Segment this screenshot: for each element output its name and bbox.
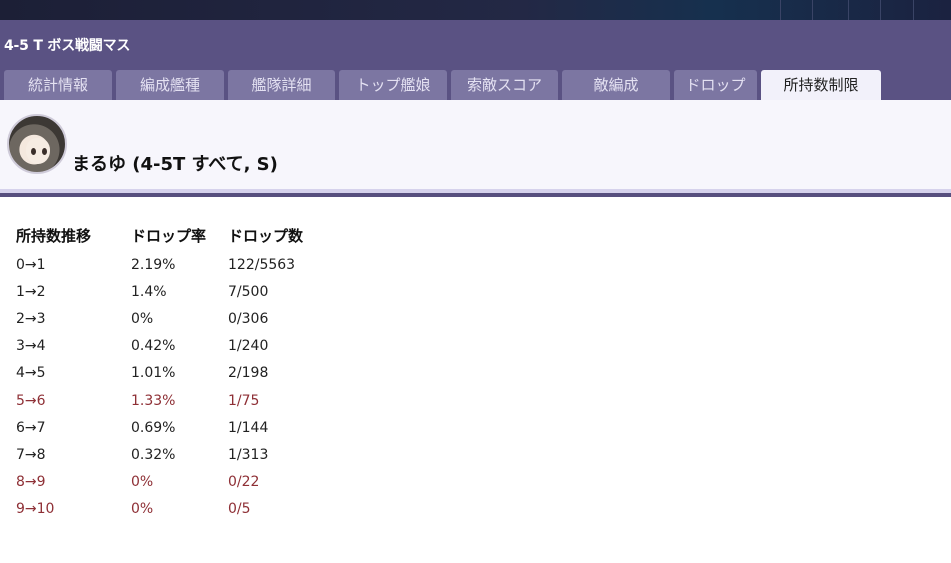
table-row: 6→7 0.69% 1/144 [16, 414, 348, 441]
tab-ownership-limit[interactable]: 所持数制限 [761, 70, 881, 100]
cell-rate: 0.32% [131, 446, 176, 463]
cell-transition: 6→7 [16, 419, 46, 436]
table-body: 0→1 2.19% 122/5563 1→2 1.4% 7/500 2→3 0% 0/306 3→… [16, 251, 348, 523]
top-banner [0, 0, 951, 20]
cell-transition: 1→2 [16, 283, 46, 300]
cell-transition: 4→5 [16, 365, 46, 382]
cell-count: 7/500 [228, 283, 269, 300]
cell-rate: 0% [131, 310, 154, 327]
cell-count: 1/313 [228, 446, 269, 463]
table-row: 2→3 0% 0/306 [16, 305, 348, 332]
banner-divider [780, 0, 781, 20]
cell-transition: 5→6 [16, 392, 46, 409]
banner-divider [848, 0, 849, 20]
table-row: 4→5 1.01% 2/198 [16, 360, 348, 387]
table-row: 1→2 1.4% 7/500 [16, 278, 348, 305]
cell-count: 122/5563 [228, 256, 296, 273]
cell-transition: 0→1 [16, 256, 46, 273]
cell-count: 0/306 [228, 310, 269, 327]
character-card [0, 100, 951, 193]
cell-rate: 1.4% [131, 283, 167, 300]
table-header-row: 所持数推移 ドロップ率 ドロップ数 [16, 219, 348, 251]
tab-enemy-fleet[interactable]: 敵編成 [562, 70, 670, 100]
cell-transition: 9→10 [16, 501, 55, 518]
cell-count: 2/198 [228, 365, 269, 382]
cell-count: 0/22 [228, 474, 260, 491]
cell-count: 0/5 [228, 501, 251, 518]
cell-rate: 1.33% [131, 392, 176, 409]
table-row: 0→1 2.19% 122/5563 [16, 251, 348, 278]
cell-transition: 7→8 [16, 446, 46, 463]
cell-count: 1/240 [228, 338, 269, 355]
cell-transition: 2→3 [16, 310, 46, 327]
banner-divider [913, 0, 914, 20]
cell-count: 1/75 [228, 392, 260, 409]
cell-rate: 0% [131, 501, 154, 518]
table-row: 8→9 0% 0/22 [16, 469, 348, 496]
table-row: 7→8 0.32% 1/313 [16, 441, 348, 468]
column-header-count: ドロップ数 [228, 226, 304, 245]
cell-count: 1/144 [228, 419, 269, 436]
tab-top-shipgirls[interactable]: トップ艦娘 [339, 70, 447, 100]
tab-los-score[interactable]: 索敵スコア [451, 70, 558, 100]
banner-divider [812, 0, 813, 20]
cell-rate: 2.19% [131, 256, 176, 273]
cell-transition: 8→9 [16, 474, 46, 491]
tab-fleet-types[interactable]: 編成艦種 [116, 70, 224, 100]
character-avatar [7, 114, 67, 174]
avatar-eye [42, 148, 47, 155]
table-row: 3→4 0.42% 1/240 [16, 333, 348, 360]
cell-rate: 0% [131, 474, 154, 491]
tab-stats[interactable]: 統計情報 [4, 70, 112, 100]
tab-bar: 統計情報 編成艦種 艦隊詳細 トップ艦娘 索敵スコア 敵編成 ドロップ 所持数制… [4, 70, 881, 100]
character-name: まるゆ (4-5T すべて, S) [72, 154, 278, 175]
column-header-transition: 所持数推移 [16, 226, 92, 245]
tab-drop[interactable]: ドロップ [674, 70, 757, 100]
cell-rate: 0.69% [131, 419, 176, 436]
tab-fleet-details[interactable]: 艦隊詳細 [228, 70, 335, 100]
drop-table: 所持数推移 ドロップ率 ドロップ数 0→1 2.19% 122/5563 1→2 1.4… [16, 219, 348, 523]
table-row: 9→10 0% 0/5 [16, 496, 348, 523]
cell-transition: 3→4 [16, 338, 46, 355]
column-header-rate: ドロップ率 [131, 226, 207, 245]
banner-divider [880, 0, 881, 20]
avatar-eye [31, 148, 36, 155]
table-row: 5→6 1.33% 1/75 [16, 387, 348, 414]
cell-rate: 0.42% [131, 338, 176, 355]
page-title: 4-5 T ボス戦闘マス [4, 38, 131, 54]
cell-rate: 1.01% [131, 365, 176, 382]
content-panel: 所持数推移 ドロップ率 ドロップ数 0→1 2.19% 122/5563 1→2 1.4… [0, 197, 951, 563]
